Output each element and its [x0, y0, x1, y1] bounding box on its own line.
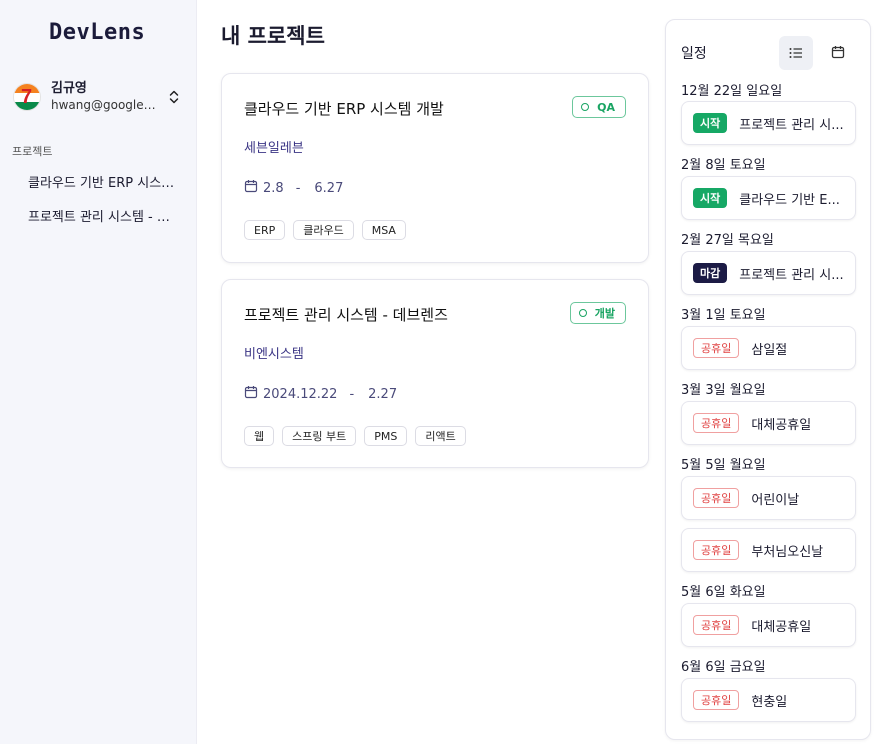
event-label: 현충일	[751, 694, 788, 710]
project-title: 프로젝트 관리 시스템 - 데브렌즈	[244, 306, 448, 324]
avatar: 7	[13, 83, 41, 111]
schedule-date: 5월 6일 화요일	[681, 585, 766, 600]
project-company: 비엔시스템	[244, 347, 304, 362]
sidebar: DevLens 7 김규영 hwang@google.c... 프로젝트 클라우…	[0, 0, 197, 744]
status-label: 개발	[594, 307, 615, 320]
schedule-event[interactable]: 공휴일 대체공휴일	[681, 603, 856, 647]
tag: 리액트	[415, 426, 466, 446]
calendar-icon	[244, 179, 258, 197]
list-icon	[789, 44, 803, 63]
schedule-date: 6월 6일 금요일	[681, 660, 766, 675]
schedule-event[interactable]: 공휴일 현충일	[681, 678, 856, 722]
project-card[interactable]: 프로젝트 관리 시스템 - 데브렌즈 개발 비엔시스템 2024.12.22 -…	[221, 279, 649, 468]
schedule-date: 12월 22일 일요일	[681, 84, 783, 99]
user-email: hwang@google.c...	[51, 98, 159, 112]
event-label: 프로젝트 관리 시...	[739, 117, 844, 133]
project-card[interactable]: 클라우드 기반 ERP 시스템 개발 QA 세븐일레븐 2.8 - 6.27 E…	[221, 73, 649, 263]
schedule-date: 2월 8일 토요일	[681, 158, 766, 173]
event-label: 삼일절	[751, 342, 788, 358]
event-type-badge: 시작	[693, 188, 728, 208]
sidebar-item-project-1[interactable]: 클라우드 기반 ERP 시스템...	[28, 172, 180, 191]
event-type-badge: 공휴일	[693, 615, 740, 635]
schedule-date: 3월 3일 월요일	[681, 383, 766, 398]
tag: ERP	[244, 220, 286, 240]
event-label: 대체공휴일	[751, 619, 812, 635]
status-badge: 개발	[569, 302, 626, 324]
event-label: 어린이날	[751, 492, 800, 508]
schedule-event[interactable]: 시작 클라우드 기반 E...	[681, 176, 856, 220]
event-type-badge: 공휴일	[693, 690, 740, 710]
end-date: 6.27	[314, 180, 344, 196]
calendar-icon	[831, 44, 845, 63]
event-type-badge: 공휴일	[693, 338, 740, 358]
schedule-date: 5월 5일 월요일	[681, 458, 766, 473]
chevron-updown-icon[interactable]	[167, 87, 181, 107]
sidebar-section-label: 프로젝트	[12, 145, 53, 158]
tag-list: 웹 스프링 부트 PMS 리액트	[244, 426, 474, 446]
user-info: 김규영 hwang@google.c...	[51, 81, 159, 113]
schedule-date: 3월 1일 토요일	[681, 308, 766, 323]
circle-icon	[578, 309, 587, 317]
schedule-event[interactable]: 공휴일 삼일절	[681, 326, 856, 370]
tag-list: ERP 클라우드 MSA	[244, 220, 414, 240]
schedule-event[interactable]: 공휴일 대체공휴일	[681, 401, 856, 445]
event-type-badge: 공휴일	[693, 488, 740, 508]
project-dates: 2024.12.22 - 2.27	[244, 385, 397, 403]
project-title: 클라우드 기반 ERP 시스템 개발	[244, 100, 444, 118]
event-type-badge: 마감	[693, 263, 728, 283]
user-name: 김규영	[51, 81, 87, 96]
calendar-view-button[interactable]	[821, 36, 855, 70]
event-label: 대체공휴일	[751, 417, 812, 433]
tag: 클라우드	[293, 220, 354, 240]
event-type-badge: 공휴일	[693, 413, 740, 433]
list-view-button[interactable]	[779, 36, 813, 70]
event-label: 부처님오신날	[751, 544, 824, 560]
event-label: 클라우드 기반 E...	[739, 192, 840, 208]
project-dates: 2.8 - 6.27	[244, 179, 343, 197]
start-date: 2024.12.22	[263, 386, 338, 402]
tag: PMS	[364, 426, 408, 446]
status-label: QA	[597, 100, 615, 114]
schedule-event[interactable]: 공휴일 어린이날	[681, 476, 856, 520]
start-date: 2.8	[263, 180, 284, 196]
page-title: 내 프로젝트	[221, 24, 325, 48]
tag: 웹	[244, 426, 275, 446]
schedule-panel: 일정 12월 22일 일요일 시작 프로젝트 관리 시... 2월 8일 토요일…	[665, 19, 871, 740]
schedule-title: 일정	[681, 46, 707, 62]
calendar-icon	[244, 385, 258, 403]
status-badge: QA	[572, 96, 626, 118]
date-separator: -	[295, 180, 301, 196]
sidebar-item-project-2[interactable]: 프로젝트 관리 시스템 - 데...	[28, 206, 180, 225]
schedule-event[interactable]: 시작 프로젝트 관리 시...	[681, 101, 856, 145]
schedule-event[interactable]: 공휴일 부처님오신날	[681, 528, 856, 572]
event-type-badge: 공휴일	[693, 540, 740, 560]
project-company: 세븐일레븐	[244, 141, 304, 156]
circle-icon	[581, 103, 590, 111]
schedule-event[interactable]: 마감 프로젝트 관리 시...	[681, 251, 856, 295]
schedule-date: 2월 27일 목요일	[681, 233, 774, 248]
date-separator: -	[349, 386, 355, 402]
user-switcher[interactable]: 7 김규영 hwang@google.c...	[13, 80, 185, 114]
end-date: 2.27	[368, 386, 398, 402]
event-type-badge: 시작	[693, 113, 728, 133]
tag: MSA	[361, 220, 406, 240]
tag: 스프링 부트	[282, 426, 357, 446]
event-label: 프로젝트 관리 시...	[739, 267, 844, 283]
app-logo[interactable]: DevLens	[49, 20, 145, 45]
